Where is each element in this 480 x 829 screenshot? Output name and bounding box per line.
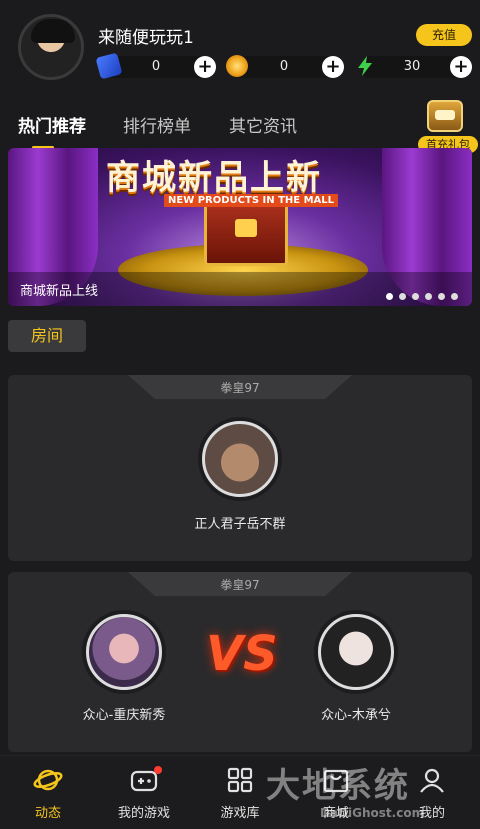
tab-hot-recommend[interactable]: 热门推荐 (18, 112, 86, 137)
watermark-url: DaDiGhost.com (320, 806, 425, 820)
player-avatar[interactable] (202, 421, 278, 497)
currency-value: 30 (403, 59, 421, 74)
section-label-rooms: 房间 (8, 320, 86, 352)
nav-item-my-games[interactable]: 我的游戏 (96, 766, 192, 826)
player-name: 众心-木承兮 (321, 708, 391, 723)
banner-caption-bar: 商城新品上线 (8, 272, 472, 306)
gold-coin-icon (226, 55, 248, 77)
player-name: 众心-重庆新秀 (82, 708, 166, 723)
first-recharge-gift[interactable]: 首充礼包 (418, 98, 480, 154)
card-game-header: 拳皇97 (128, 572, 352, 596)
carousel-indicator (380, 285, 458, 300)
carousel-dot[interactable] (412, 293, 419, 300)
grid-icon (227, 767, 253, 793)
notification-badge (154, 766, 162, 774)
add-ticket-button[interactable]: + (194, 56, 216, 78)
profile-header: 来随便玩玩1 充值 0 + 0 + 30 + (0, 0, 480, 92)
profile-icon (420, 768, 444, 793)
promo-banner[interactable]: 商城新品上新 NEW PRODUCTS IN THE MALL 商城新品上线 (8, 148, 472, 306)
player-avatar[interactable] (86, 614, 162, 690)
recharge-button[interactable]: 充值 (416, 24, 472, 46)
banner-title: 商城新品上新 (106, 158, 322, 198)
user-avatar[interactable] (18, 14, 84, 80)
carousel-dot[interactable] (386, 293, 393, 300)
currency-value: 0 (151, 59, 161, 74)
carousel-dot[interactable] (451, 293, 458, 300)
versus-label: VS (206, 626, 278, 682)
player-name: 正人君子岳不群 (194, 517, 286, 532)
currency-energy: 30 + (354, 55, 474, 79)
currency-value: 0 (279, 59, 289, 74)
player-avatar[interactable] (318, 614, 394, 690)
username: 来随便玩玩1 (98, 28, 194, 48)
nav-label: 动态 (34, 806, 61, 821)
currency-coin: 0 + (226, 55, 346, 79)
nav-item-feed[interactable]: 动态 (0, 766, 96, 826)
banner-subtitle: NEW PRODUCTS IN THE MALL (164, 194, 339, 207)
currency-ticket: 0 + (95, 52, 218, 80)
nav-label: 我的游戏 (117, 806, 170, 821)
watermark-logo: 大地系统 (266, 766, 410, 806)
room-card[interactable]: 拳皇97 众心-重庆新秀 VS 众心-木承兮 (8, 572, 472, 752)
treasure-chest-icon (427, 100, 463, 132)
tab-rankings[interactable]: 排行榜单 (123, 112, 191, 137)
carousel-dot[interactable] (438, 293, 445, 300)
planet-icon (33, 769, 63, 791)
card-game-header: 拳皇97 (128, 375, 352, 399)
tab-other-news[interactable]: 其它资讯 (229, 112, 297, 137)
game-name: 拳皇97 (220, 381, 260, 395)
banner-caption: 商城新品上线 (20, 284, 99, 299)
lightning-energy-icon (354, 55, 376, 77)
room-card[interactable]: 拳皇97 正人君子岳不群 (8, 375, 472, 561)
game-name: 拳皇97 (220, 578, 260, 592)
add-energy-button[interactable]: + (450, 56, 472, 78)
carousel-dot[interactable] (399, 293, 406, 300)
add-coin-button[interactable]: + (322, 56, 344, 78)
carousel-dot[interactable] (425, 293, 432, 300)
